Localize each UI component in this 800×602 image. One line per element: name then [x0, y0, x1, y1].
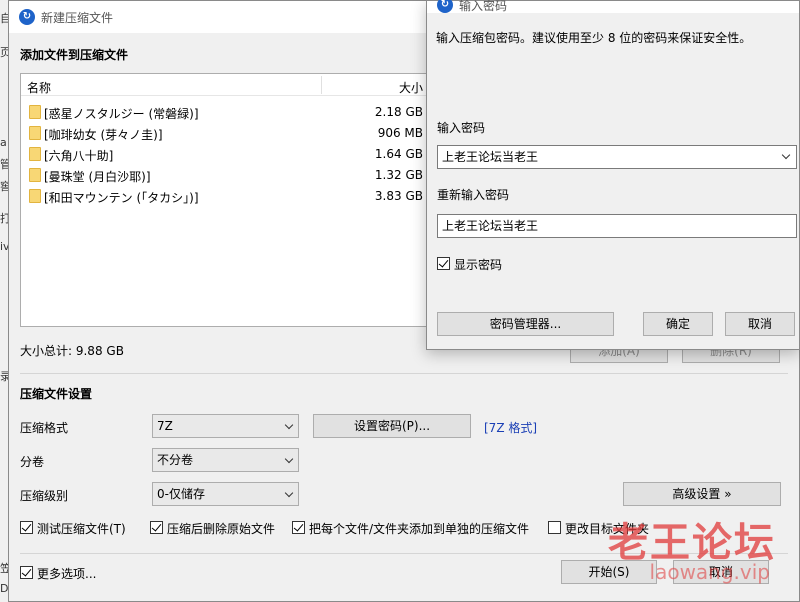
delete-source-label[interactable]: 压缩后删除原始文件 [167, 520, 275, 537]
file-name: [曼珠堂 (月白沙耶)] [44, 170, 151, 184]
delete-source-checkbox[interactable] [150, 521, 163, 534]
volume-select[interactable]: 不分卷 [152, 448, 299, 472]
password-description: 输入压缩包密码。建议使用至少 8 位的密码来保证安全性。 [436, 31, 752, 45]
settings-heading: 压缩文件设置 [20, 387, 93, 401]
password-label: 输入密码 [437, 121, 486, 135]
file-name: [六角八十助] [44, 149, 114, 163]
list-item[interactable]: [曼珠堂 (月白沙耶)] 1.32 GB [21, 165, 479, 186]
file-size: 1.32 GB [374, 168, 423, 182]
app-logo-icon: ↻ [19, 9, 35, 25]
list-item[interactable]: [惑星ノスタルジー (常磐緑)] 2.18 GB [21, 102, 479, 123]
format-label: 压缩格式 [20, 421, 69, 435]
separate-archives-checkbox[interactable] [292, 521, 305, 534]
list-item[interactable]: [和田マウンテン (「タカシ」)] 3.83 GB [21, 186, 479, 207]
watermark-url: laowang.vip [649, 560, 770, 584]
change-destination-checkbox[interactable] [548, 521, 561, 534]
background-text: a [0, 136, 7, 149]
dialog-title-bar[interactable]: ↻ 输入密码 [427, 0, 799, 13]
file-size: 3.83 GB [374, 189, 423, 203]
file-name: [咖琲幼女 (芽々ノ圭)] [44, 128, 163, 142]
test-archive-label[interactable]: 测试压缩文件(T) [37, 520, 126, 537]
section-divider [20, 373, 788, 374]
confirm-password-value: 上老王论坛当老王 [442, 219, 539, 233]
list-item[interactable]: [咖琲幼女 (芽々ノ圭)] 906 MB [21, 123, 479, 144]
file-list-header: 名称 大小 [21, 74, 479, 96]
chevron-down-icon [284, 488, 294, 498]
format-select[interactable]: 7Z [152, 414, 299, 438]
file-size: 1.64 GB [374, 147, 423, 161]
format-link[interactable]: [7Z 格式] [484, 419, 537, 436]
file-name: [惑星ノスタルジー (常磐緑)] [44, 107, 199, 121]
password-dialog: ↻ 输入密码 输入压缩包密码。建议使用至少 8 位的密码来保证安全性。 输入密码… [426, 0, 800, 350]
volume-value: 不分卷 [157, 453, 194, 467]
list-item[interactable]: [六角八十助] 1.64 GB [21, 144, 479, 165]
add-files-heading: 添加文件到压缩文件 [20, 48, 129, 62]
folder-icon [29, 189, 41, 203]
format-value: 7Z [157, 419, 173, 433]
level-select[interactable]: 0-仅储存 [152, 482, 299, 506]
level-value: 0-仅储存 [157, 487, 205, 501]
volume-label: 分卷 [20, 455, 45, 469]
window-title: 新建压缩文件 [41, 11, 114, 25]
password-field[interactable]: 上老王论坛当老王 [437, 145, 797, 169]
folder-icon [29, 105, 41, 119]
folder-icon [29, 168, 41, 182]
column-divider[interactable] [321, 76, 322, 94]
folder-icon [29, 126, 41, 140]
test-archive-checkbox[interactable] [20, 521, 33, 534]
advanced-settings-button[interactable]: 高级设置 » [623, 482, 781, 506]
dialog-title: 输入密码 [459, 0, 508, 13]
dialog-cancel-button[interactable]: 取消 [725, 312, 795, 336]
chevron-down-icon[interactable] [781, 150, 791, 160]
chevron-down-icon [284, 454, 294, 464]
column-header-size[interactable]: 大小 [399, 79, 423, 96]
total-size: 大小总计: 9.88 GB [20, 344, 124, 358]
file-name: [和田マウンテン (「タカシ」)] [44, 191, 199, 205]
level-label: 压缩级别 [20, 489, 69, 503]
column-header-name[interactable]: 名称 [27, 79, 51, 96]
show-password-checkbox[interactable] [437, 257, 450, 270]
more-options-label[interactable]: 更多选项... [37, 565, 96, 582]
file-size: 2.18 GB [374, 105, 423, 119]
folder-icon [29, 147, 41, 161]
password-manager-button[interactable]: 密码管理器... [437, 312, 614, 336]
password-value: 上老王论坛当老王 [442, 150, 539, 164]
file-list[interactable]: 名称 大小 [惑星ノスタルジー (常磐緑)] 2.18 GB [咖琲幼女 (芽々… [20, 73, 480, 327]
chevron-down-icon [284, 420, 294, 430]
set-password-button[interactable]: 设置密码(P)... [313, 414, 471, 438]
file-size: 906 MB [377, 126, 423, 140]
confirm-password-field[interactable]: 上老王论坛当老王 [437, 214, 797, 238]
show-password-label[interactable]: 显示密码 [454, 256, 502, 273]
app-logo-icon: ↻ [437, 0, 453, 13]
confirm-password-label: 重新输入密码 [437, 188, 510, 202]
ok-button[interactable]: 确定 [643, 312, 713, 336]
more-options-checkbox[interactable] [20, 566, 33, 579]
separate-archives-label[interactable]: 把每个文件/文件夹添加到单独的压缩文件 [309, 520, 529, 537]
